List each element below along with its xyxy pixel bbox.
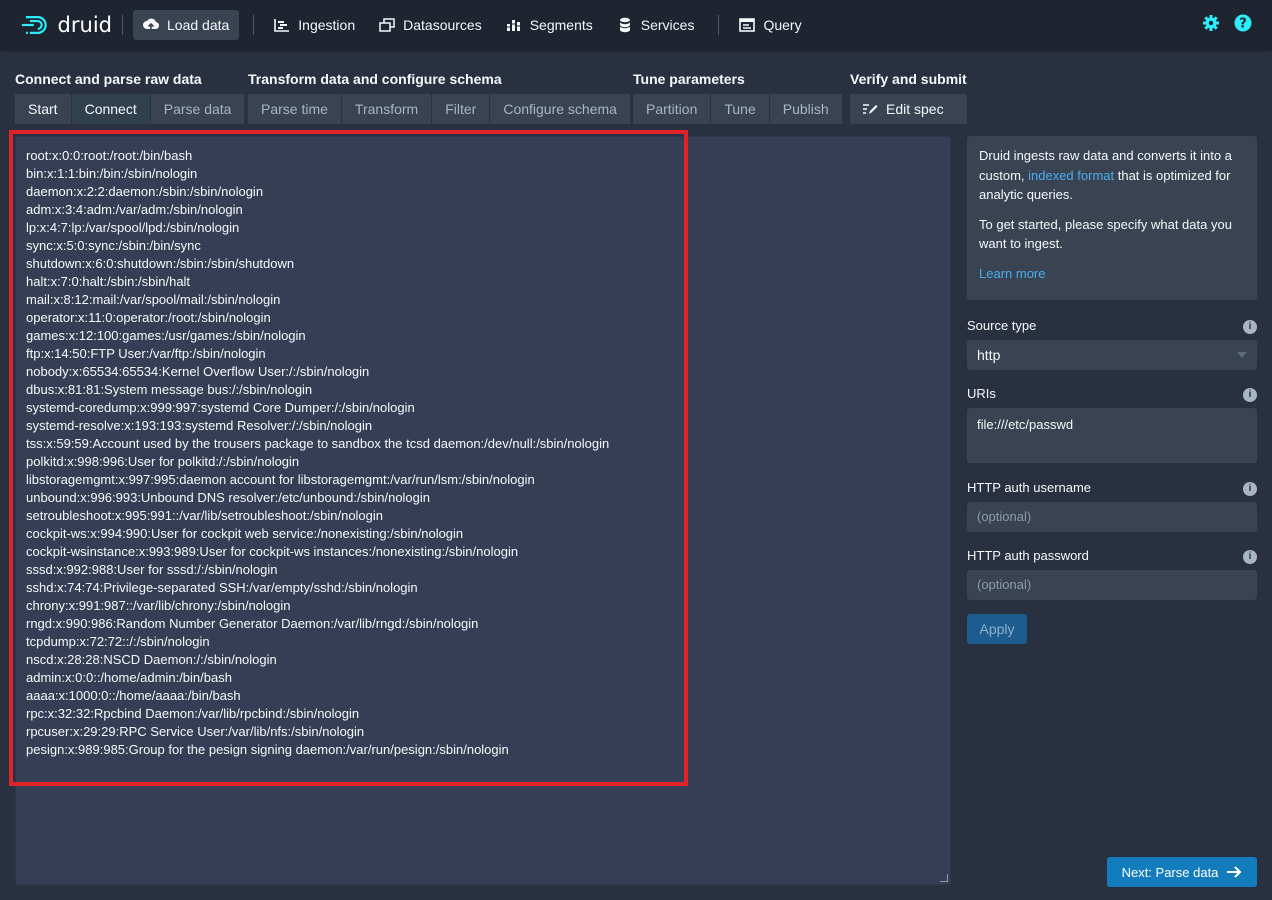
nav-query-label: Query <box>763 17 802 33</box>
tab-parse-time[interactable]: Parse time <box>248 94 342 124</box>
stacked-chart-icon <box>506 17 522 33</box>
info-paragraph: To get started, please specify what data… <box>979 216 1232 252</box>
step-group-connect: Connect and parse raw data Start Connect… <box>15 70 246 124</box>
tab-tune[interactable]: Tune <box>711 94 770 124</box>
http-auth-password-input[interactable]: (optional) <box>967 570 1257 600</box>
step-group-title: Connect and parse raw data <box>15 71 202 87</box>
learn-more-link[interactable]: Learn more <box>979 266 1045 281</box>
edit-spec-label: Edit spec <box>886 101 944 117</box>
step-group-title: Verify and submit <box>850 71 967 87</box>
logo-text: druid <box>57 13 112 37</box>
nav-datasources-label: Datasources <box>403 17 482 33</box>
info-icon[interactable]: i <box>1243 320 1257 334</box>
indexed-format-link[interactable]: indexed format <box>1028 168 1114 183</box>
top-navbar: druid Load data Ingestion Datasources Se… <box>0 0 1272 50</box>
nav-segments-label: Segments <box>529 17 593 33</box>
source-type-select[interactable]: http <box>967 340 1257 370</box>
tab-publish[interactable]: Publish <box>769 94 843 124</box>
source-type-label: Source type <box>967 318 1037 333</box>
info-callout: Druid ingests raw data and converts it i… <box>967 136 1257 300</box>
next-button-label: Next: Parse data <box>1121 864 1219 880</box>
nav-load-data[interactable]: Load data <box>133 10 240 40</box>
nav-datasources[interactable]: Datasources <box>369 10 492 40</box>
info-icon[interactable]: i <box>1243 482 1257 496</box>
http-auth-username-input[interactable]: (optional) <box>967 502 1257 532</box>
nav-divider <box>718 15 720 35</box>
database-icon <box>617 17 633 33</box>
info-icon[interactable]: i <box>1243 550 1257 564</box>
source-type-value: http <box>977 347 1001 363</box>
tab-parse-data[interactable]: Parse data <box>150 94 246 124</box>
tab-partition[interactable]: Partition <box>633 94 712 124</box>
uris-textarea[interactable]: file:///etc/passwd <box>967 408 1257 463</box>
svg-text:?: ? <box>1239 17 1247 32</box>
gear-icon[interactable] <box>1202 14 1220 37</box>
nav-divider <box>253 15 255 35</box>
cloud-upload-icon <box>143 17 159 33</box>
resize-handle[interactable] <box>940 874 948 882</box>
tab-configure-schema[interactable]: Configure schema <box>490 94 631 124</box>
step-group-title: Transform data and configure schema <box>248 71 502 87</box>
gantt-chart-icon <box>274 17 290 33</box>
arrow-right-icon <box>1226 865 1242 879</box>
http-auth-password-label: HTTP auth password <box>967 548 1089 563</box>
tab-connect[interactable]: Connect <box>71 94 151 124</box>
edit-spec-button[interactable]: Edit spec <box>850 94 967 124</box>
nav-query[interactable]: Query <box>729 10 811 40</box>
nav-segments[interactable]: Segments <box>496 10 603 40</box>
application-icon <box>739 17 756 33</box>
step-group-tune: Tune parameters Partition Tune Publish <box>633 70 843 124</box>
uris-label: URIs <box>967 386 996 401</box>
nav-services[interactable]: Services <box>607 10 705 40</box>
druid-logo-icon <box>21 16 47 34</box>
tab-transform[interactable]: Transform <box>341 94 433 124</box>
multi-select-icon <box>379 17 395 33</box>
druid-logo[interactable]: druid <box>20 13 112 37</box>
step-group-title: Tune parameters <box>633 71 745 87</box>
step-group-transform: Transform data and configure schema Pars… <box>248 70 631 124</box>
nav-load-data-label: Load data <box>167 17 230 33</box>
nav-divider <box>122 15 123 35</box>
tab-filter[interactable]: Filter <box>432 94 491 124</box>
nav-right-tools: ? <box>1202 14 1252 37</box>
help-icon[interactable]: ? <box>1234 14 1252 37</box>
nav-services-label: Services <box>640 17 695 33</box>
info-paragraph: Druid ingests raw data and converts it i… <box>979 146 1245 205</box>
nav-ingestion-label: Ingestion <box>298 17 356 33</box>
nav-ingestion[interactable]: Ingestion <box>264 10 365 40</box>
apply-button[interactable]: Apply <box>967 614 1027 644</box>
chevron-down-icon <box>1237 352 1247 358</box>
highlight-annotation-box <box>9 130 688 786</box>
info-icon[interactable]: i <box>1243 388 1257 402</box>
http-auth-username-label: HTTP auth username <box>967 480 1092 495</box>
step-group-verify: Verify and submit Edit spec <box>850 70 967 124</box>
edit-icon <box>862 102 878 116</box>
next-parse-data-button[interactable]: Next: Parse data <box>1107 857 1257 887</box>
tab-start[interactable]: Start <box>15 94 72 124</box>
